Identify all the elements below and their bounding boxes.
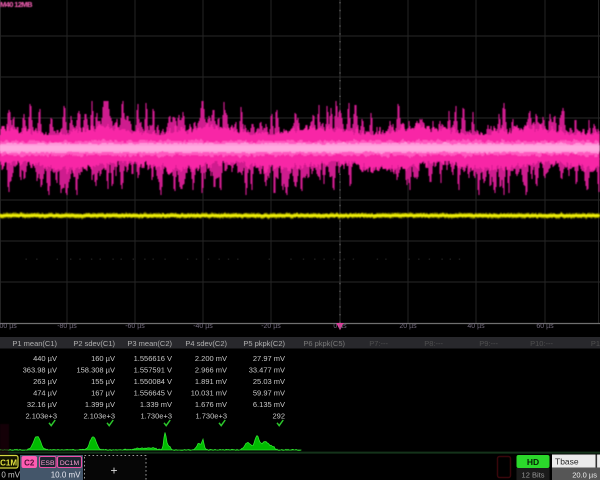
- svg-text:P1: P1: [591, 339, 600, 348]
- svg-text:292: 292: [272, 412, 285, 421]
- svg-text:25.03 mV: 25.03 mV: [253, 377, 285, 386]
- svg-text:DC1M: DC1M: [0, 458, 17, 467]
- svg-text:P2 sdev(C1): P2 sdev(C1): [73, 339, 115, 348]
- svg-text:1.399 µV: 1.399 µV: [85, 400, 115, 409]
- svg-text:1.676 mV: 1.676 mV: [195, 400, 227, 409]
- svg-text:2.966 mV: 2.966 mV: [195, 366, 227, 375]
- svg-text:12 Bits: 12 Bits: [522, 471, 545, 480]
- svg-text:0 mV: 0 mV: [1, 471, 20, 480]
- svg-text:P4 sdev(C2): P4 sdev(C2): [185, 339, 227, 348]
- svg-text:HD: HD: [527, 457, 539, 467]
- svg-text:ESB: ESB: [41, 460, 55, 467]
- svg-text:363.98 µV: 363.98 µV: [23, 366, 57, 375]
- svg-text:1.730e+3: 1.730e+3: [196, 412, 228, 421]
- svg-text:1.556645 V: 1.556645 V: [134, 389, 172, 398]
- svg-text:10.031 mV: 10.031 mV: [191, 389, 227, 398]
- svg-text:+: +: [110, 464, 117, 478]
- svg-text:1.891 mV: 1.891 mV: [195, 377, 227, 386]
- svg-text:32.16 µV: 32.16 µV: [27, 400, 57, 409]
- svg-text:M40 12MB: M40 12MB: [0, 0, 33, 9]
- svg-text:1.556616 V: 1.556616 V: [134, 354, 172, 363]
- svg-text:33.477 mV: 33.477 mV: [249, 366, 285, 375]
- svg-text:20.0 µs: 20.0 µs: [572, 470, 597, 479]
- svg-text:P3 mean(C2): P3 mean(C2): [127, 339, 172, 348]
- svg-text:DC1M: DC1M: [60, 460, 80, 467]
- svg-text:160 µV: 160 µV: [91, 354, 115, 363]
- svg-text:P1 mean(C1): P1 mean(C1): [12, 339, 57, 348]
- svg-text:Tbase: Tbase: [555, 456, 579, 466]
- svg-text:P6 pkpk(C5): P6 pkpk(C5): [303, 339, 345, 348]
- svg-text:263 µV: 263 µV: [33, 377, 57, 386]
- svg-text:474 µV: 474 µV: [33, 389, 57, 398]
- svg-text:0 µs: 0 µs: [333, 323, 347, 330]
- svg-text:6.135 mV: 6.135 mV: [253, 400, 285, 409]
- svg-text:1.339 mV: 1.339 mV: [140, 400, 172, 409]
- svg-text:-60 µs: -60 µs: [125, 323, 145, 330]
- svg-text:20 µs: 20 µs: [399, 323, 417, 330]
- svg-text:P5 pkpk(C2): P5 pkpk(C2): [243, 339, 285, 348]
- svg-text:P9:---: P9:---: [479, 339, 498, 348]
- svg-text:27.97 mV: 27.97 mV: [253, 354, 285, 363]
- svg-text:10.0 mV: 10.0 mV: [51, 471, 81, 480]
- svg-text:167 µV: 167 µV: [91, 389, 115, 398]
- svg-text:-100 µs: -100 µs: [0, 323, 17, 330]
- svg-text:40 µs: 40 µs: [467, 323, 485, 330]
- svg-text:C2: C2: [24, 458, 35, 467]
- svg-text:1.550084 V: 1.550084 V: [134, 377, 172, 386]
- svg-text:2.200 mV: 2.200 mV: [195, 354, 227, 363]
- svg-text:-20 µs: -20 µs: [261, 323, 281, 330]
- svg-text:2.103e+3: 2.103e+3: [26, 412, 58, 421]
- svg-text:1.730e+3: 1.730e+3: [141, 412, 173, 421]
- svg-text:P10:---: P10:---: [530, 339, 553, 348]
- svg-text:60 µs: 60 µs: [536, 323, 554, 330]
- svg-text:-40 µs: -40 µs: [193, 323, 213, 330]
- svg-text:440 µV: 440 µV: [33, 354, 57, 363]
- svg-text:P8:---: P8:---: [424, 339, 443, 348]
- svg-text:-80 µs: -80 µs: [57, 323, 77, 330]
- svg-text:59.97 mV: 59.97 mV: [253, 389, 285, 398]
- svg-text:158.308 µV: 158.308 µV: [76, 366, 115, 375]
- svg-text:155 µV: 155 µV: [91, 377, 115, 386]
- svg-text:1.557591 V: 1.557591 V: [134, 366, 172, 375]
- svg-text:2.103e+3: 2.103e+3: [84, 412, 116, 421]
- svg-text:P7:---: P7:---: [369, 339, 388, 348]
